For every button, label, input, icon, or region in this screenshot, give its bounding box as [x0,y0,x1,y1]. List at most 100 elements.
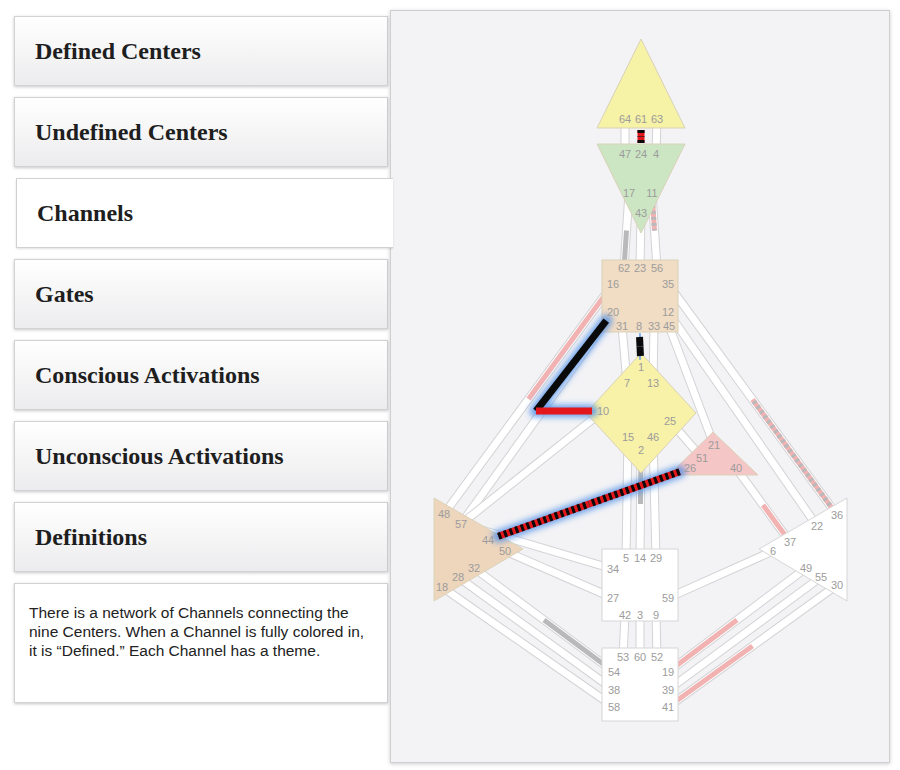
gate-number[interactable]: 51 [696,452,708,464]
gate-number[interactable]: 46 [647,431,659,443]
gate-number[interactable]: 25 [664,415,676,427]
gate-number[interactable]: 62 [618,262,630,274]
g-center[interactable] [586,353,696,473]
channel[interactable] [498,472,679,537]
gate-number[interactable]: 38 [608,684,620,696]
gate-number[interactable]: 41 [662,701,674,713]
channel[interactable] [536,321,606,411]
gate-number[interactable]: 31 [616,320,628,332]
gate-number[interactable]: 57 [455,518,467,530]
channel[interactable] [442,587,614,707]
menu-tab-label: Defined Centers [35,33,201,69]
gate-number[interactable]: 43 [635,207,647,219]
gate-number[interactable]: 61 [635,113,647,125]
gate-number[interactable]: 5 [623,552,629,564]
gate-number[interactable]: 13 [647,377,659,389]
center-shape [759,498,847,601]
gate-number[interactable]: 39 [662,684,674,696]
menu-tab[interactable]: Unconscious Activations [14,421,388,491]
menu-tab[interactable]: Conscious Activations [14,340,388,410]
gate-number[interactable]: 55 [815,571,827,583]
gate-number[interactable]: 10 [597,405,609,417]
gate-number[interactable]: 53 [617,651,629,663]
ajna-center[interactable] [597,144,685,233]
menu-tab[interactable]: Channels [16,178,393,248]
gate-number[interactable]: 18 [436,581,448,593]
gate-number[interactable]: 49 [800,562,812,574]
channel[interactable] [668,585,837,707]
solar-plexus-center[interactable] [759,498,847,601]
gate-number[interactable]: 54 [608,666,620,678]
root-center[interactable] [602,648,678,721]
gate-number[interactable]: 56 [651,262,663,274]
menu-tab[interactable]: Gates [14,259,388,329]
gate-number[interactable]: 32 [468,562,480,574]
gate-number[interactable]: 1 [638,361,644,373]
throat-center[interactable] [602,260,678,332]
gate-number[interactable]: 44 [482,534,494,546]
channel[interactable] [668,577,821,690]
menu-tab[interactable]: Defined Centers [14,16,388,86]
gate-number[interactable]: 20 [607,306,619,318]
gate-number[interactable]: 36 [831,509,843,521]
gate-number[interactable]: 9 [653,609,659,621]
gate-number[interactable]: 29 [650,552,662,564]
gate-number[interactable]: 35 [662,278,674,290]
gate-number[interactable]: 58 [608,701,620,713]
gate-number[interactable]: 21 [708,439,720,451]
gate-number[interactable]: 19 [662,666,674,678]
gate-number[interactable]: 7 [624,377,630,389]
gate-number[interactable]: 47 [619,148,631,160]
channel-glow [498,472,679,537]
gate-number[interactable]: 34 [607,563,619,575]
gate-number[interactable]: 50 [499,545,511,557]
channel[interactable] [444,284,613,514]
channel-half [536,321,606,411]
channel-half [498,504,589,536]
gate-number[interactable]: 14 [634,552,646,564]
gate-number[interactable]: 17 [623,187,635,199]
gate-number[interactable]: 3 [637,609,643,621]
gate-number[interactable]: 23 [634,262,646,274]
gate-number[interactable]: 8 [636,320,642,332]
head-center[interactable] [597,39,685,128]
gate-number[interactable]: 30 [831,579,843,591]
channel[interactable] [458,577,614,690]
gate-number[interactable]: 2 [638,444,644,456]
gate-number[interactable]: 37 [784,536,796,548]
channel[interactable] [505,551,613,598]
sacral-center[interactable] [602,549,678,621]
channel[interactable] [668,551,773,598]
gate-number[interactable]: 28 [452,571,464,583]
gate-number[interactable]: 60 [634,651,646,663]
center-shape [586,353,696,473]
gate-number[interactable]: 16 [607,278,619,290]
gate-number[interactable]: 42 [619,609,631,621]
channel[interactable] [641,130,642,143]
channel[interactable] [668,284,837,515]
gate-number[interactable]: 12 [662,306,674,318]
gate-number[interactable]: 11 [646,187,657,199]
channel-glow [639,337,641,356]
gate-number[interactable]: 52 [651,651,663,663]
gate-number[interactable]: 22 [811,520,823,532]
gate-number[interactable]: 63 [651,113,663,125]
gate-number[interactable]: 24 [635,148,647,160]
gate-number[interactable]: 26 [684,462,696,474]
gate-number[interactable]: 59 [662,592,674,604]
channel[interactable] [736,468,790,542]
menu-tab[interactable]: Undefined Centers [14,97,388,167]
gate-number[interactable]: 45 [663,320,675,332]
menu-tab[interactable]: Definitions [14,502,388,572]
spleen-center[interactable] [434,498,523,601]
gate-number[interactable]: 27 [607,592,619,604]
gate-number[interactable]: 48 [438,508,450,520]
gate-number[interactable]: 40 [730,462,742,474]
gate-number[interactable]: 15 [622,431,634,443]
gate-number[interactable]: 6 [770,545,776,557]
gate-number[interactable]: 64 [619,113,631,125]
gate-number[interactable]: 33 [648,320,660,332]
channel[interactable] [639,337,641,356]
bodygraph: 6461634724417114362235616352012318334517… [391,11,891,764]
gate-number[interactable]: 4 [653,148,659,160]
